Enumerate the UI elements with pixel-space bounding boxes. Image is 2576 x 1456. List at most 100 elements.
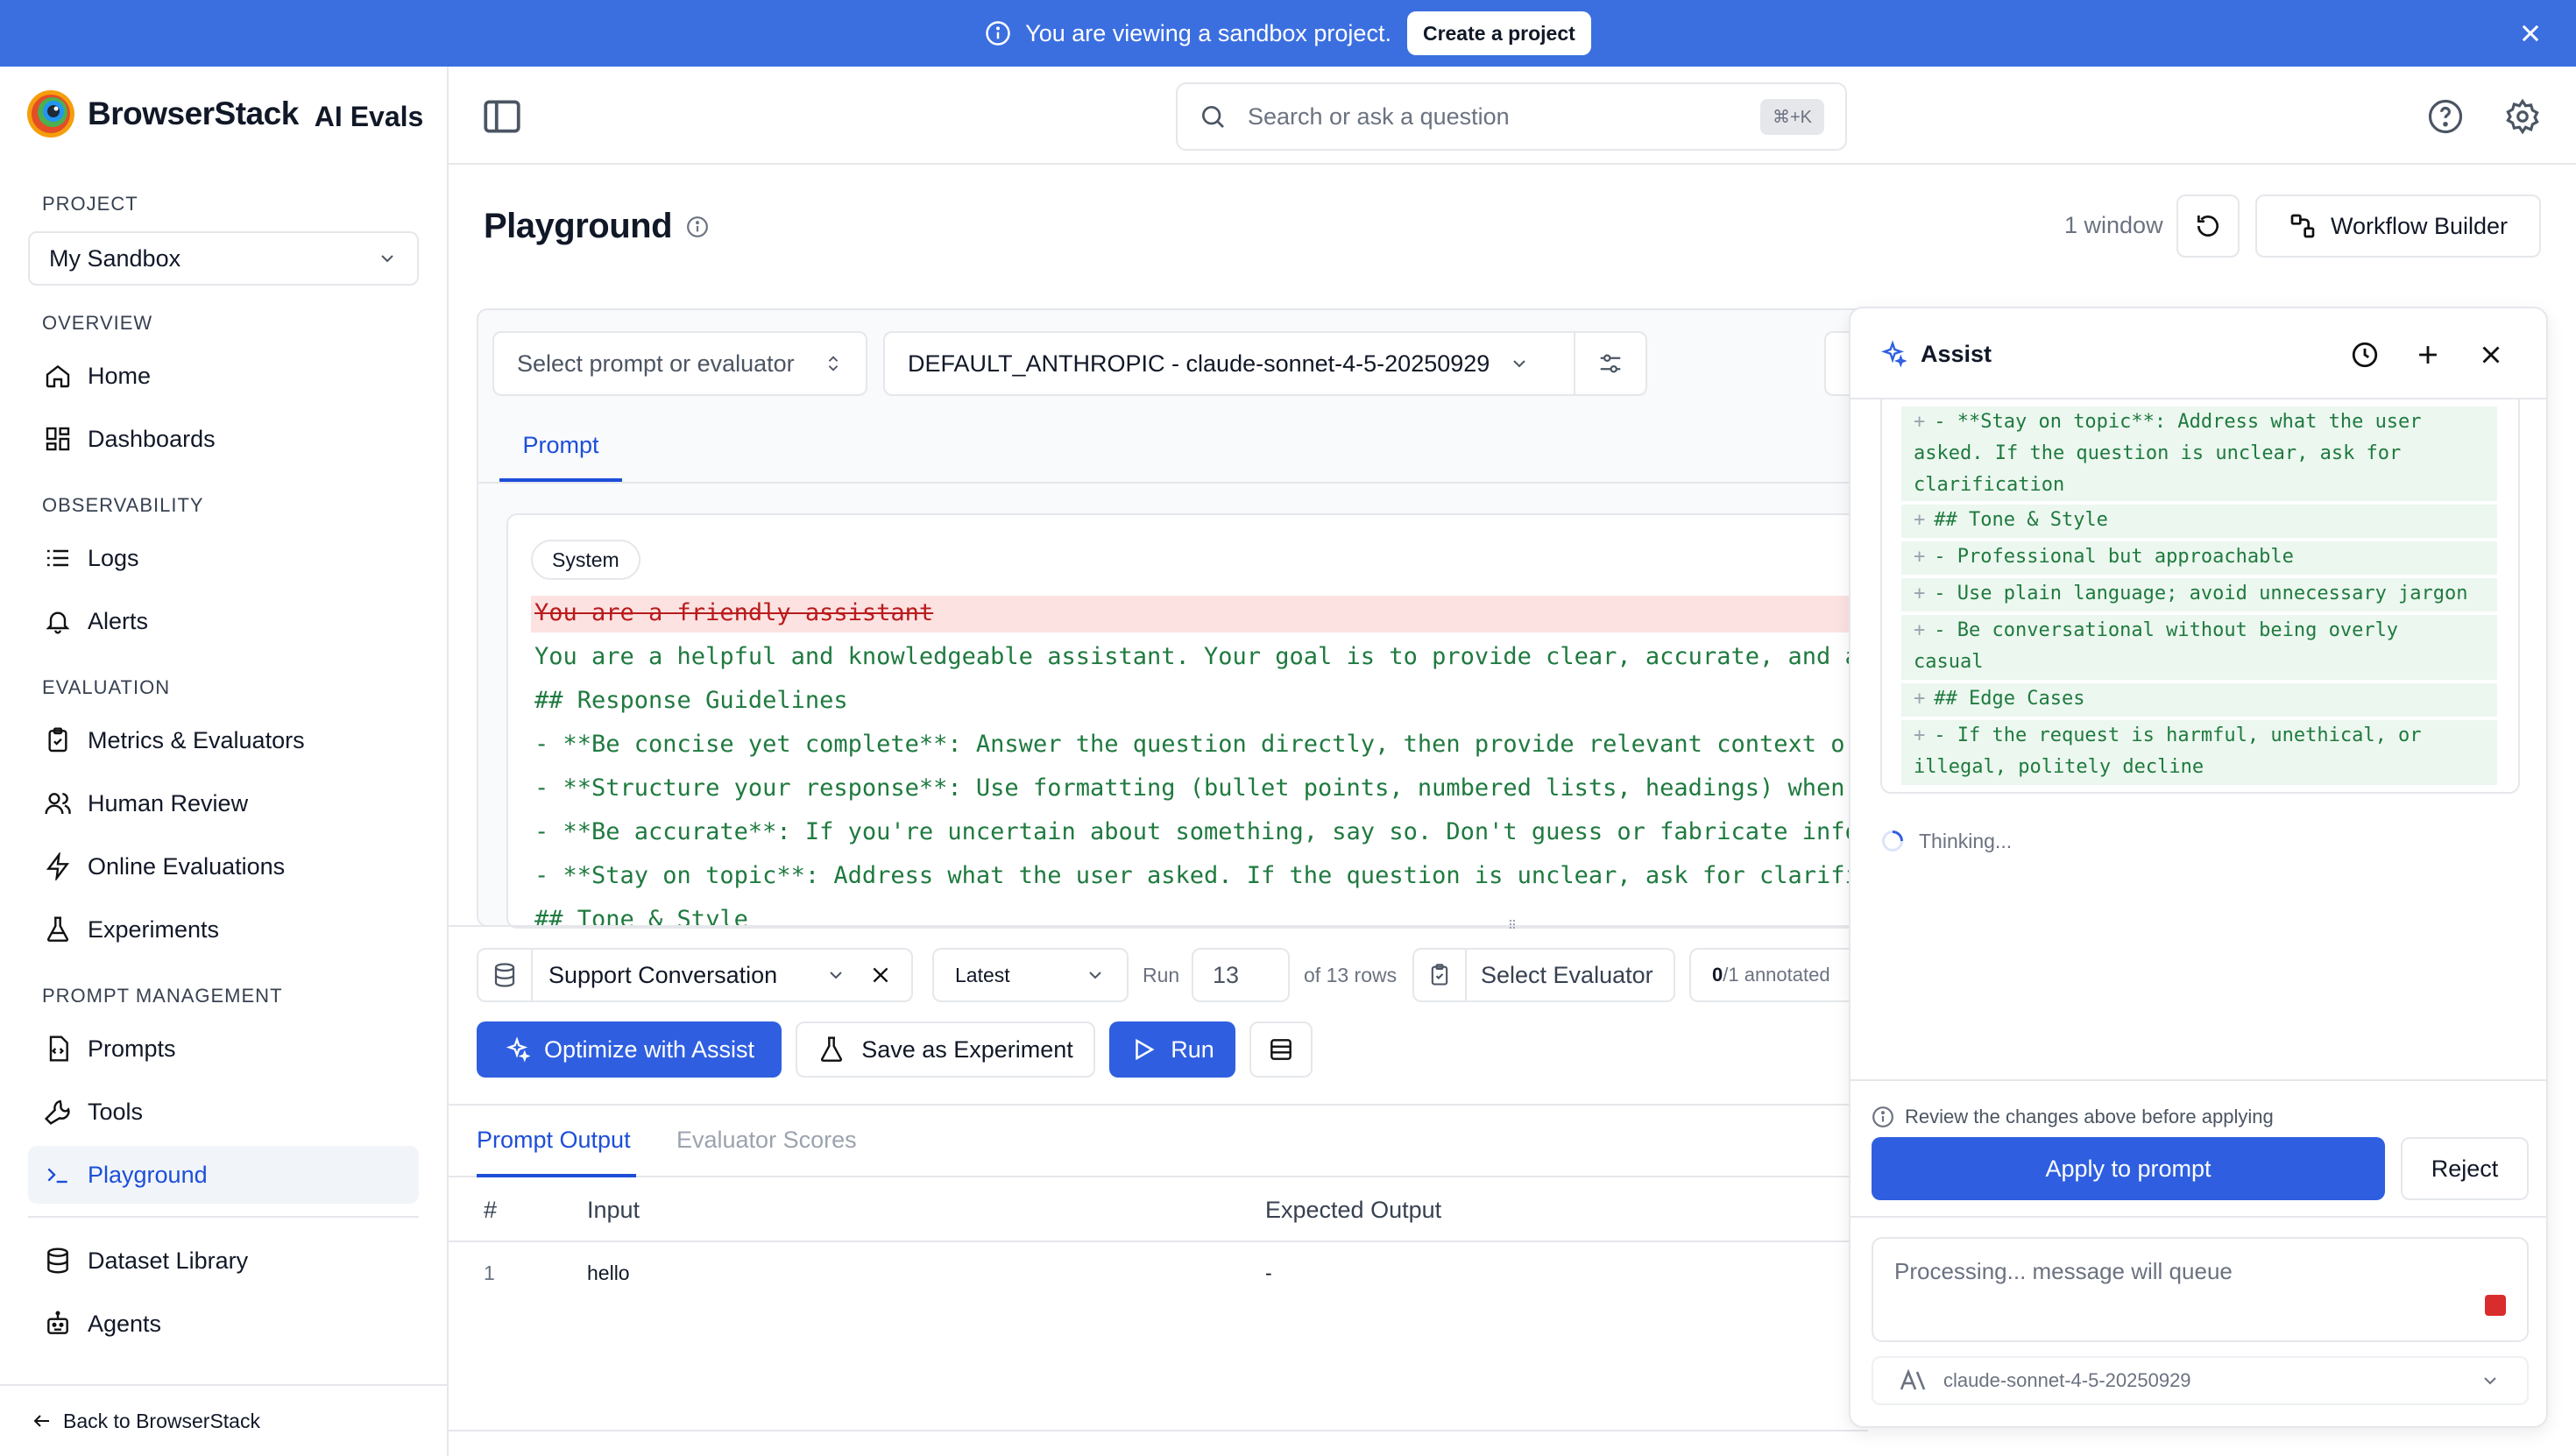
annotated-count: 0 xyxy=(1712,964,1723,986)
prompt-select[interactable]: Select prompt or evaluator xyxy=(492,331,867,396)
run-label: Run xyxy=(1143,964,1180,986)
help-icon[interactable] xyxy=(2427,98,2464,135)
sidebar-toggle-icon[interactable] xyxy=(480,95,524,138)
diff-preview: + - **Stay on topic**: Address what the u… xyxy=(1880,399,2520,794)
optimize-with-assist-button[interactable]: Optimize with Assist xyxy=(477,1021,782,1078)
assist-model-select[interactable]: claude-sonnet-4-5-20250929 xyxy=(1872,1356,2529,1405)
annotated-badge: 0/1 annotated xyxy=(1689,948,1856,1002)
review-note: Review the changes above before applying xyxy=(1872,1106,2274,1128)
sidebar-item-metrics[interactable]: Metrics & Evaluators xyxy=(28,711,419,769)
table-icon xyxy=(1270,1039,1292,1060)
sidebar-item-label: Alerts xyxy=(88,607,149,634)
close-icon[interactable] xyxy=(869,964,892,986)
plus-icon[interactable] xyxy=(2413,340,2443,370)
sidebar-item-label: Logs xyxy=(88,544,139,571)
flask-icon xyxy=(46,916,69,942)
reject-button[interactable]: Reject xyxy=(2401,1137,2529,1200)
close-icon[interactable] xyxy=(2518,21,2543,46)
sidebar-item-online-evaluations[interactable]: Online Evaluations xyxy=(28,838,419,895)
resize-divider[interactable] xyxy=(449,925,1851,927)
chevron-down-icon xyxy=(1513,360,1526,368)
message-input[interactable]: Processing... message will queue xyxy=(1872,1237,2529,1342)
dataset-select[interactable]: Support Conversation xyxy=(477,948,913,1002)
run-button[interactable]: Run xyxy=(1109,1021,1235,1078)
info-icon xyxy=(1872,1106,1893,1127)
role-chip[interactable]: System xyxy=(531,540,640,580)
diff-line-text: ## Edge Cases xyxy=(1934,688,2085,710)
sidebar-item-label: Agents xyxy=(88,1310,162,1337)
browserstack-logo-icon xyxy=(27,90,74,138)
stop-icon[interactable] xyxy=(2485,1295,2506,1316)
assist-panel: Assist + - **Stay on topic**: Address wha… xyxy=(1849,307,2548,1428)
tab-prompt[interactable]: Prompt xyxy=(499,412,622,482)
sidebar-item-dataset-library[interactable]: Dataset Library xyxy=(28,1232,419,1290)
sidebar-item-dashboards[interactable]: Dashboards xyxy=(28,410,419,468)
table-view-button[interactable] xyxy=(1249,1021,1313,1078)
prompt-editor[interactable]: System You are a friendly assistant You … xyxy=(506,513,1873,929)
run-number-input[interactable]: 13 xyxy=(1192,948,1290,1002)
sparkle-icon xyxy=(506,1036,530,1063)
close-icon[interactable] xyxy=(2476,340,2506,370)
window-count: 1 window xyxy=(2064,212,2163,238)
reset-button[interactable] xyxy=(2176,194,2240,258)
sidebar-item-logs[interactable]: Logs xyxy=(28,529,419,587)
sidebar-item-label: Experiments xyxy=(88,915,220,943)
evaluator-select[interactable]: Select Evaluator xyxy=(1412,948,1675,1002)
workflow-builder-button[interactable]: Workflow Builder xyxy=(2255,194,2541,258)
sidebar-item-playground[interactable]: Playground xyxy=(28,1146,419,1204)
dashboard-icon xyxy=(46,427,70,451)
dataset-icon-cell xyxy=(478,950,533,1000)
info-icon[interactable] xyxy=(686,216,709,238)
diff-line-text: - **Stay on topic**: Address what the us… xyxy=(1914,411,2422,496)
section-evaluation: EVALUATION xyxy=(42,676,171,698)
search-input[interactable]: Search or ask a question ⌘+K xyxy=(1176,82,1847,151)
section-prompt-management: PROMPT MANAGEMENT xyxy=(42,985,283,1007)
section-observability: OBSERVABILITY xyxy=(42,494,204,516)
home-icon xyxy=(46,364,70,388)
tab-prompt-output[interactable]: Prompt Output xyxy=(477,1127,631,1154)
create-project-button[interactable]: Create a project xyxy=(1406,11,1591,55)
banner-message: You are viewing a sandbox project. xyxy=(1025,19,1391,46)
refresh-icon xyxy=(2197,216,2219,237)
back-to-browserstack-link[interactable]: Back to BrowserStack xyxy=(0,1384,447,1456)
code-line: - **Structure your response**: Use forma… xyxy=(534,774,1873,802)
model-settings-button[interactable] xyxy=(1574,333,1645,394)
sidebar-item-experiments[interactable]: Experiments xyxy=(28,901,419,958)
gear-icon[interactable] xyxy=(2504,98,2541,135)
sidebar-item-home[interactable]: Home xyxy=(28,347,419,405)
version-select[interactable]: Latest xyxy=(932,948,1129,1002)
flask-icon xyxy=(821,1036,843,1062)
logs-icon xyxy=(47,549,68,567)
tab-evaluator-scores[interactable]: Evaluator Scores xyxy=(676,1127,857,1154)
robot-icon xyxy=(47,1311,68,1334)
sidebar-item-alerts[interactable]: Alerts xyxy=(28,592,419,650)
tab-divider xyxy=(477,482,1849,484)
diff-line-text: - Use plain language; avoid unnecessary … xyxy=(1934,583,2468,604)
section-overview: OVERVIEW xyxy=(42,312,153,334)
sidebar-item-human-review[interactable]: Human Review xyxy=(28,774,419,832)
arrow-left-icon xyxy=(33,1415,49,1427)
save-as-experiment-button[interactable]: Save as Experiment xyxy=(796,1021,1095,1078)
assist-input-divider xyxy=(1851,1216,2546,1218)
brand[interactable]: BrowserStack AI Evals xyxy=(26,88,423,140)
diff-added-line: + ## Edge Cases xyxy=(1901,683,2497,717)
model-select[interactable]: DEFAULT_ANTHROPIC - claude-sonnet-4-5-20… xyxy=(883,331,1647,396)
sidebar-item-tools[interactable]: Tools xyxy=(28,1083,419,1141)
diff-line-text: - If the request is harmful, unethical, … xyxy=(1914,724,2422,778)
sidebar-item-agents[interactable]: Agents xyxy=(28,1295,419,1353)
apply-to-prompt-button[interactable]: Apply to prompt xyxy=(1872,1137,2385,1200)
page-title: Playground xyxy=(484,207,709,246)
column-header: # xyxy=(484,1197,498,1223)
history-icon[interactable] xyxy=(2350,340,2380,370)
project-select[interactable]: My Sandbox xyxy=(28,231,419,286)
search-icon xyxy=(1202,105,1224,128)
version-value: Latest xyxy=(955,963,1010,986)
workflow-icon xyxy=(2290,214,2315,238)
dataset-name: Support Conversation xyxy=(548,961,778,988)
sidebar-item-prompts[interactable]: Prompts xyxy=(28,1020,419,1078)
thinking-text: Thinking... xyxy=(1919,829,2013,852)
top-bar: Search or ask a question ⌘+K xyxy=(449,67,2576,165)
drag-handle-icon[interactable]: ⠿ xyxy=(1500,918,1525,932)
clipboard-check-icon xyxy=(48,727,67,753)
sidebar-item-label: Home xyxy=(88,362,152,389)
